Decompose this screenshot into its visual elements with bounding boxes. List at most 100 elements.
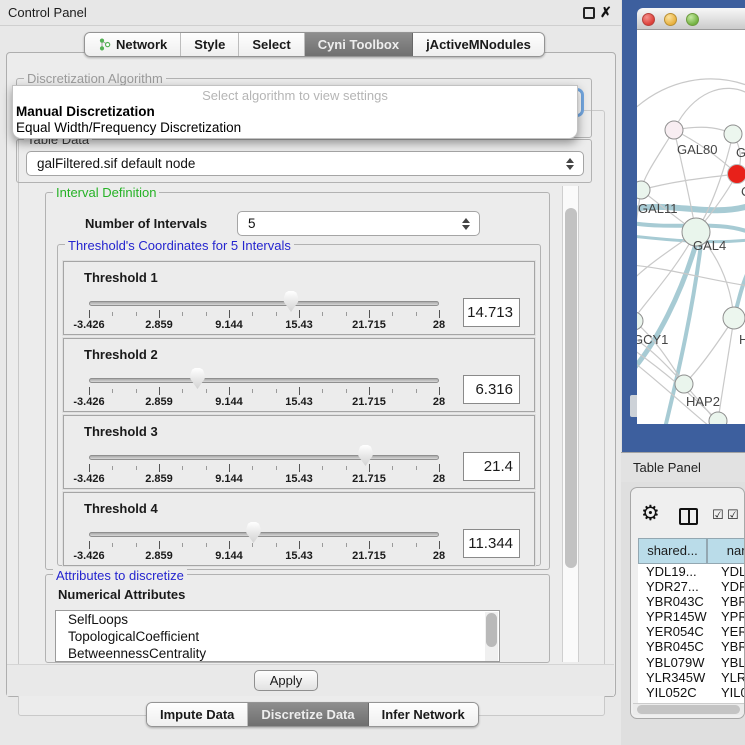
slider-tick-label: -3.426 xyxy=(73,396,104,408)
tab-label: jActiveMNodules xyxy=(426,37,531,52)
tab-cyni-toolbox[interactable]: Cyni Toolbox xyxy=(305,33,413,56)
tab-discretize-data[interactable]: Discretize Data xyxy=(248,703,368,726)
table-panel-bar: Table Panel xyxy=(621,452,745,482)
panel-scrollbar[interactable] xyxy=(562,186,579,662)
cell-name[interactable]: YIL0 xyxy=(721,685,745,700)
checkbox-icon[interactable]: ☑ xyxy=(727,508,739,523)
network-view[interactable]: GAL80GACGAL11GAL4GCY1HHAP2 xyxy=(637,30,745,424)
split-columns-icon[interactable] xyxy=(679,508,698,525)
close-panel-icon[interactable]: ✗ xyxy=(600,4,612,21)
table-row[interactable]: YBR043C YBR0 xyxy=(638,594,745,609)
table-panel-window: ⚙ ☑ ☑ shared... name YDL19...YDL1YDR27..… xyxy=(630,487,745,719)
threshold-value-field[interactable]: 6.316 xyxy=(463,375,520,404)
cell-name[interactable]: YPR1 xyxy=(721,609,745,624)
checkbox-icon[interactable]: ☑ xyxy=(712,508,724,523)
threshold-slider-track[interactable] xyxy=(89,532,439,537)
network-node-gcy1[interactable] xyxy=(637,312,643,330)
network-node-h[interactable] xyxy=(723,307,745,329)
cell-shared-name[interactable]: YBR043C xyxy=(646,594,704,609)
tab-label: Infer Network xyxy=(382,707,465,722)
column-header-name[interactable]: name xyxy=(707,538,745,564)
threshold-slider-thumb[interactable] xyxy=(357,445,374,466)
tab-infer-network[interactable]: Infer Network xyxy=(369,703,478,726)
table-row[interactable]: YDL19... YDL1 xyxy=(638,564,745,579)
network-node-gal80[interactable] xyxy=(665,121,683,139)
threshold-slider-thumb[interactable] xyxy=(283,291,300,312)
threshold-slider-thumb[interactable] xyxy=(245,522,262,543)
tab-jactivemnodules[interactable]: jActiveMNodules xyxy=(413,33,544,56)
cell-shared-name[interactable]: YDL19... xyxy=(646,564,697,579)
algorithm-option-equal-width-frequency-discretization[interactable]: Equal Width/Frequency Discretization xyxy=(16,120,241,135)
network-node-ga[interactable] xyxy=(724,125,742,143)
network-node-hap2[interactable] xyxy=(675,375,693,393)
close-window-icon[interactable] xyxy=(642,13,655,26)
threshold-value-field[interactable]: 21.4 xyxy=(463,452,520,481)
cell-name[interactable]: YBR0 xyxy=(721,594,745,609)
algorithm-dropdown-popup: Select algorithm to view settings Manual… xyxy=(12,85,578,139)
attribute-item-betweennesscentrality[interactable]: BetweennessCentrality xyxy=(56,645,499,662)
cell-shared-name[interactable]: YDR27... xyxy=(646,579,699,594)
network-node-gal11[interactable] xyxy=(637,181,650,199)
threshold-value-field[interactable]: 14.713 xyxy=(463,298,520,327)
table-row[interactable]: YER054C YER0 xyxy=(638,624,745,639)
cell-name[interactable]: YLR3 xyxy=(721,670,745,685)
column-header-shared[interactable]: shared... xyxy=(638,538,707,564)
cell-shared-name[interactable]: YIL052C xyxy=(646,685,697,700)
table-row[interactable]: YBR045C YBR0 xyxy=(638,639,745,654)
threshold-slider-thumb[interactable] xyxy=(189,368,206,389)
slider-tick-label: 9.144 xyxy=(215,550,243,562)
cell-name[interactable]: YDL1 xyxy=(721,564,745,579)
slider-tick-label: 9.144 xyxy=(215,396,243,408)
attribute-item-selfloops[interactable]: SelfLoops xyxy=(56,611,499,628)
cell-name[interactable]: YER0 xyxy=(721,624,745,639)
slider-tick-label: 9.144 xyxy=(215,473,243,485)
table-row[interactable]: YBL079W YBL0 xyxy=(638,655,745,670)
threshold-panel-2: Threshold 2-3.4262.8599.14415.4321.71528… xyxy=(63,338,535,412)
cell-name[interactable]: YBL0 xyxy=(721,655,745,670)
float-panel-icon[interactable] xyxy=(583,7,595,19)
cell-shared-name[interactable]: YLR345W xyxy=(646,670,705,685)
cell-name[interactable]: YBR0 xyxy=(721,639,745,654)
tab-label: Network xyxy=(116,37,167,52)
network-node-c[interactable] xyxy=(728,165,745,184)
threshold-slider-track[interactable] xyxy=(89,455,439,460)
cell-shared-name[interactable]: YBR045C xyxy=(646,639,704,654)
tab-impute-data[interactable]: Impute Data xyxy=(147,703,248,726)
network-node-label: GCY1 xyxy=(637,332,668,347)
numerical-attributes-label: Numerical Attributes xyxy=(58,587,185,602)
table-hscrollbar[interactable] xyxy=(633,703,744,715)
numerical-attributes-list[interactable]: SelfLoopsTopologicalCoefficientBetweenne… xyxy=(55,610,500,662)
attributes-list-scrollbar[interactable] xyxy=(485,612,498,662)
cell-shared-name[interactable]: YER054C xyxy=(646,624,704,639)
minimize-window-icon[interactable] xyxy=(664,13,677,26)
tab-network[interactable]: Network xyxy=(85,33,181,56)
table-row[interactable]: YDR27... YDR2 xyxy=(638,579,745,594)
threshold-slider-track[interactable] xyxy=(89,378,439,383)
cell-name[interactable]: YDR2 xyxy=(721,579,745,594)
table-row[interactable]: YIL052C YIL0 xyxy=(638,685,745,700)
network-node-label: GAL80 xyxy=(677,142,717,157)
gear-icon[interactable]: ⚙ xyxy=(641,503,660,524)
tab-style[interactable]: Style xyxy=(181,33,239,56)
threshold-value-field[interactable]: 11.344 xyxy=(463,529,520,558)
table-row[interactable]: YPR145W YPR1 xyxy=(638,609,745,624)
cell-shared-name[interactable]: YBL079W xyxy=(646,655,705,670)
cell-shared-name[interactable]: YPR145W xyxy=(646,609,707,624)
tab-select[interactable]: Select xyxy=(239,33,304,56)
panel-scrollbar-thumb[interactable] xyxy=(565,208,577,568)
attributes-group-title: Attributes to discretize xyxy=(53,568,187,583)
zoom-window-icon[interactable] xyxy=(686,13,699,26)
table-hscrollbar-thumb[interactable] xyxy=(637,705,740,714)
apply-button[interactable]: Apply xyxy=(254,670,318,691)
table-data-combobox[interactable]: galFiltered.sif default node xyxy=(26,151,584,176)
number-of-intervals-combobox[interactable]: 5 xyxy=(237,211,480,236)
slider-tick-label: 21.715 xyxy=(352,550,386,562)
algorithm-option-manual-discretization[interactable]: Manual Discretization xyxy=(16,104,155,119)
network-node[interactable] xyxy=(709,412,727,424)
slider-ticks xyxy=(89,387,440,396)
combo-stepper-icon xyxy=(566,158,574,170)
table-row[interactable]: YLR345W YLR3 xyxy=(638,670,745,685)
attribute-item-topologicalcoefficient[interactable]: TopologicalCoefficient xyxy=(56,628,499,645)
network-window-titlebar[interactable] xyxy=(637,8,745,30)
threshold-slider-track[interactable] xyxy=(89,301,439,306)
